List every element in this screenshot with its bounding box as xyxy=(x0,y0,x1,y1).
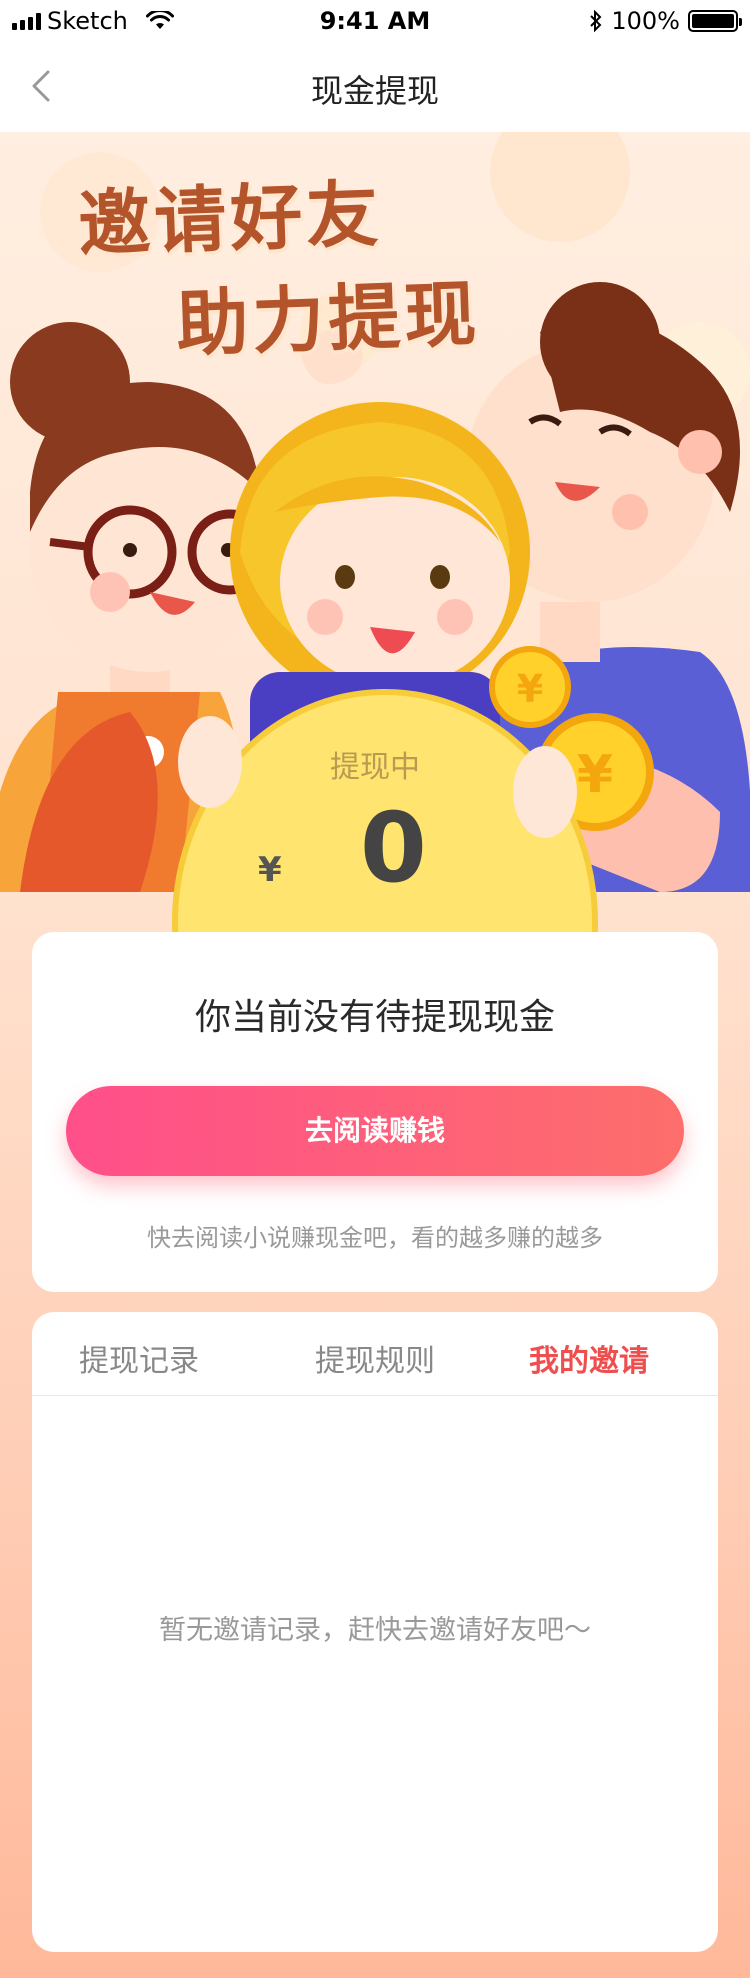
hero-headline-line1: 邀请好友 xyxy=(76,171,384,267)
tab-my-invites[interactable]: 我的邀请 xyxy=(482,1336,696,1380)
currency-symbol: ¥ xyxy=(258,850,282,890)
summary-card: 你当前没有待提现现金 去阅读赚钱 快去阅读小说赚现金吧，看的越多赚的越多 xyxy=(32,932,718,1292)
hero-banner: ¥ ¥ 邀请好友 助力提现 提现中 ¥ 0 xyxy=(0,132,750,992)
hero-headline-line2: 助力提现 xyxy=(174,271,482,367)
tab-bar: 提现记录 提现规则 我的邀请 xyxy=(32,1312,718,1396)
empty-state-text: 暂无邀请记录，赶快去邀请好友吧～ xyxy=(159,1615,591,1646)
records-card: 提现记录 提现规则 我的邀请 暂无邀请记录，赶快去邀请好友吧～ xyxy=(32,1312,718,1952)
svg-text:¥: ¥ xyxy=(517,667,543,711)
nav-bar: 现金提现 xyxy=(0,40,750,132)
read-hint: 快去阅读小说赚现金吧，看的越多赚的越多 xyxy=(147,1224,603,1252)
go-read-button[interactable]: 去阅读赚钱 xyxy=(66,1086,684,1176)
page-title: 现金提现 xyxy=(310,72,439,110)
status-bar: Sketch 9:41 AM 100% xyxy=(0,0,750,40)
withdraw-amount: 0 xyxy=(360,792,427,904)
tab-withdraw-rules[interactable]: 提现规则 xyxy=(268,1336,482,1380)
no-cash-message: 你当前没有待提现现金 xyxy=(194,997,555,1038)
tab-withdraw-records[interactable]: 提现记录 xyxy=(32,1336,246,1380)
battery-icon xyxy=(688,10,742,32)
status-right: 100% xyxy=(589,7,742,35)
battery-percent: 100% xyxy=(611,7,680,35)
coin-status-label: 提现中 xyxy=(330,750,420,785)
bluetooth-icon xyxy=(590,10,602,32)
